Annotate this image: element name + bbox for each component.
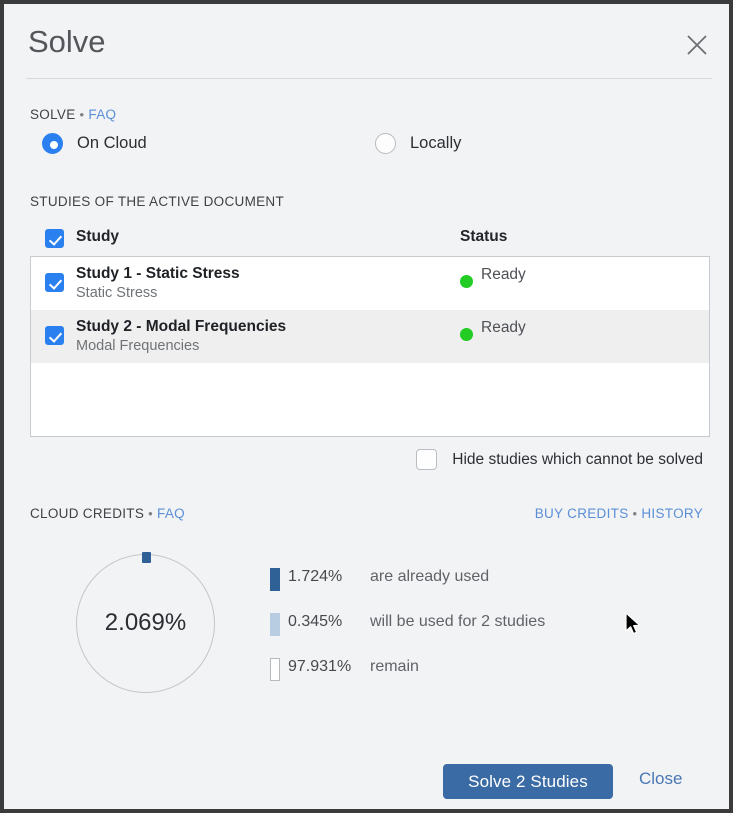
- radio-locally-label: Locally: [410, 134, 461, 153]
- radio-option-locally[interactable]: Locally: [375, 133, 461, 154]
- credits-caption-text: CLOUD CREDITS: [30, 506, 144, 521]
- select-all-studies-checkbox[interactable]: [45, 229, 64, 248]
- legend-percent: 97.931%: [288, 658, 351, 676]
- studies-table: Study 1 - Static Stress Static Stress Re…: [30, 256, 710, 437]
- status-indicator-icon: [460, 328, 473, 341]
- status-indicator-icon: [460, 275, 473, 288]
- buy-credits-link[interactable]: BUY CREDITS: [535, 506, 629, 521]
- status-badge: Ready: [481, 319, 526, 337]
- hide-unsolvable-studies-checkbox-row[interactable]: Hide studies which cannot be solved: [416, 449, 703, 470]
- solve-caption-separator: •: [76, 107, 89, 122]
- solve-dialog: Solve SOLVE•FAQ On Cloud Locally STUDIES…: [0, 0, 733, 813]
- studies-section-caption: STUDIES OF THE ACTIVE DOCUMENT: [30, 194, 284, 209]
- column-header-study: Study: [76, 228, 119, 246]
- legend-swatch-used: [270, 568, 280, 591]
- radio-option-on-cloud[interactable]: On Cloud: [42, 133, 147, 154]
- legend-item: 97.931% remain: [270, 654, 670, 699]
- credits-legend: 1.724% are already used 0.345% will be u…: [270, 564, 670, 699]
- table-row[interactable]: Study 2 - Modal Frequencies Modal Freque…: [31, 310, 709, 363]
- credits-links-separator: •: [629, 506, 642, 521]
- legend-item: 1.724% are already used: [270, 564, 670, 609]
- credits-caption-separator: •: [144, 506, 157, 521]
- study-type: Modal Frequencies: [76, 338, 199, 354]
- close-icon[interactable]: [682, 30, 712, 60]
- studies-table-header: Study Status: [30, 226, 710, 252]
- legend-percent: 0.345%: [288, 613, 342, 631]
- column-header-status: Status: [460, 228, 507, 246]
- legend-swatch-remain: [270, 658, 280, 681]
- radio-on-cloud-indicator[interactable]: [42, 133, 63, 154]
- study-name: Study 2 - Modal Frequencies: [76, 318, 286, 336]
- radio-on-cloud-label: On Cloud: [77, 134, 147, 153]
- radio-locally-indicator[interactable]: [375, 133, 396, 154]
- legend-percent: 1.724%: [288, 568, 342, 586]
- credits-section-caption: CLOUD CREDITS•FAQ: [30, 506, 185, 521]
- study-row-checkbox[interactable]: [45, 273, 64, 292]
- study-name: Study 1 - Static Stress: [76, 265, 240, 283]
- donut-used-segment: [142, 552, 151, 563]
- page-title: Solve: [28, 24, 106, 60]
- study-row-checkbox[interactable]: [45, 326, 64, 345]
- hide-unsolvable-studies-label: Hide studies which cannot be solved: [452, 451, 703, 469]
- legend-description: are already used: [370, 568, 489, 586]
- solve-section-caption: SOLVE•FAQ: [30, 107, 116, 122]
- legend-description: will be used for 2 studies: [370, 613, 545, 631]
- legend-description: remain: [370, 658, 419, 676]
- close-button[interactable]: Close: [639, 769, 682, 789]
- donut-center-value: 2.069%: [76, 609, 215, 637]
- legend-item: 0.345% will be used for 2 studies: [270, 609, 670, 654]
- solve-location-radiogroup: On Cloud Locally: [42, 133, 702, 159]
- solve-caption-text: SOLVE: [30, 107, 76, 122]
- study-type: Static Stress: [76, 285, 157, 301]
- dialog-titlebar: Solve: [26, 20, 712, 79]
- credits-action-links: BUY CREDITS•HISTORY: [535, 506, 703, 521]
- history-link[interactable]: HISTORY: [641, 506, 703, 521]
- status-badge: Ready: [481, 266, 526, 284]
- solve-studies-button[interactable]: Solve 2 Studies: [443, 764, 613, 799]
- credits-donut-chart: 2.069%: [76, 554, 215, 693]
- table-row[interactable]: Study 1 - Static Stress Static Stress Re…: [31, 257, 709, 310]
- solve-faq-link[interactable]: FAQ: [88, 107, 116, 122]
- legend-swatch-pending: [270, 613, 280, 636]
- hide-unsolvable-studies-checkbox[interactable]: [416, 449, 437, 470]
- credits-faq-link[interactable]: FAQ: [157, 506, 185, 521]
